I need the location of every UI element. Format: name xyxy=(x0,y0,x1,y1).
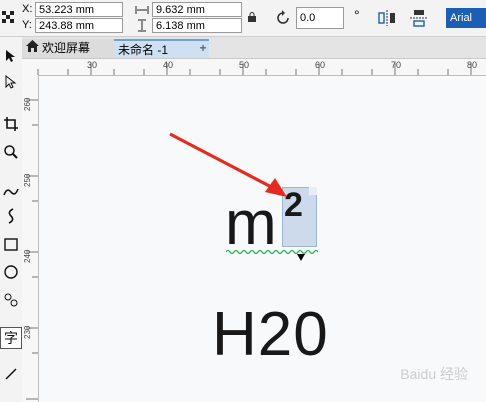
crop-tool-icon[interactable] xyxy=(0,113,22,135)
y-position-field[interactable]: 243.88 mm xyxy=(35,18,123,33)
width-field[interactable]: 9.632 mm xyxy=(152,2,242,17)
drawing-canvas[interactable]: m 2 H20 Baidu 经验 xyxy=(39,76,486,402)
tab-untitled-label: 未命名 -1 xyxy=(118,43,169,57)
h-tick-label: 60 xyxy=(315,60,326,70)
rotation-field[interactable]: 0.0 xyxy=(296,7,344,29)
h-tick-label: 30 xyxy=(87,60,98,70)
vertical-ruler[interactable]: 260 250 240 230 xyxy=(22,75,39,402)
tab-welcome-label: 欢迎屏幕 xyxy=(42,41,91,55)
text-tool-icon[interactable]: 字 xyxy=(0,327,22,349)
y-label: Y: xyxy=(22,19,32,31)
red-arrow-annotation xyxy=(169,132,287,197)
mirror-vertical-icon[interactable] xyxy=(408,7,430,29)
lock-ratio-icon[interactable] xyxy=(246,10,258,24)
connector-tool-icon[interactable] xyxy=(0,363,22,385)
pick-tool-icon[interactable] xyxy=(0,45,22,67)
horizontal-ruler[interactable]: 30 40 50 60 70 80 xyxy=(22,59,486,76)
h-tick-label: 70 xyxy=(391,60,402,70)
x-position-field[interactable]: 53.223 mm xyxy=(35,2,123,17)
new-tab-button[interactable]: + xyxy=(194,39,212,58)
h-tick-label: 80 xyxy=(467,60,478,70)
tab-welcome[interactable]: 欢迎屏幕 xyxy=(22,39,114,58)
ellipse-tool-icon[interactable] xyxy=(0,261,22,283)
degree-symbol: ° xyxy=(354,7,360,23)
watermark: Baidu 经验 xyxy=(400,366,468,382)
property-bar: X: 53.223 mm Y: 243.88 mm 9.632 mm 6.138… xyxy=(0,0,486,37)
height-field[interactable]: 6.138 mm xyxy=(152,18,242,33)
mirror-horizontal-icon[interactable] xyxy=(376,7,398,29)
v-tick-label: 260 xyxy=(23,97,32,111)
toolbox: 字 xyxy=(0,37,23,402)
h-tick-label: 40 xyxy=(163,60,174,70)
document-tab-strip: 欢迎屏幕 未命名 -1 + xyxy=(22,37,486,59)
v-ruler-ticks xyxy=(26,99,38,400)
v-tick-label: 250 xyxy=(23,173,32,187)
v-tick-label: 240 xyxy=(23,249,32,263)
polygon-tool-icon[interactable] xyxy=(0,289,22,311)
v-tick-label: 230 xyxy=(23,325,32,339)
shape-tool-icon[interactable] xyxy=(0,71,22,93)
home-icon xyxy=(26,39,39,58)
zoom-tool-icon[interactable] xyxy=(0,141,22,163)
freehand-tool-icon[interactable] xyxy=(0,181,22,203)
object-origin-icon[interactable] xyxy=(1,9,15,25)
font-selector[interactable]: Arial xyxy=(446,8,486,28)
height-icon xyxy=(134,18,150,33)
rotate-icon xyxy=(272,8,294,28)
rectangle-tool-icon[interactable] xyxy=(0,233,22,255)
h-tick-label: 50 xyxy=(239,60,250,70)
artistic-media-tool-icon[interactable] xyxy=(0,205,22,227)
width-icon xyxy=(134,2,150,17)
x-label: X: xyxy=(22,3,33,15)
